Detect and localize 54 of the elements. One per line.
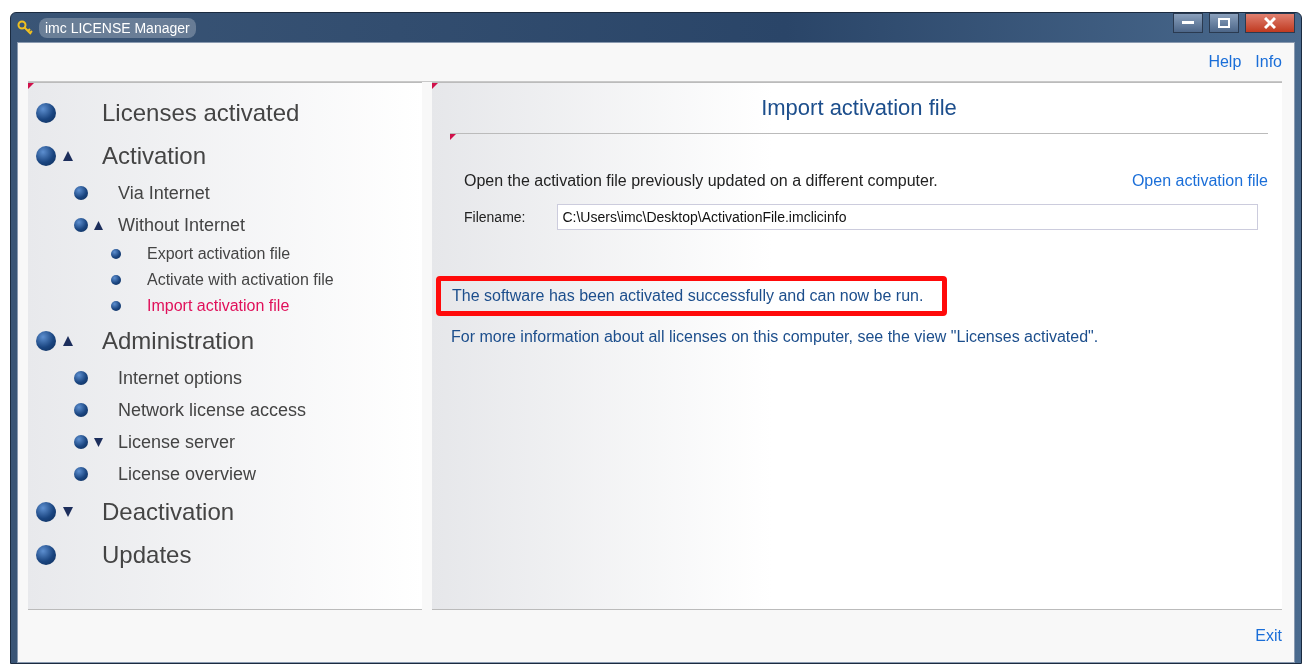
- filename-field[interactable]: C:\Users\imc\Desktop\ActivationFile.imclicinfo: [557, 204, 1258, 230]
- close-button[interactable]: [1245, 12, 1295, 33]
- nav-item[interactable]: Administration: [102, 326, 255, 355]
- header-link[interactable]: Info: [1255, 53, 1282, 71]
- nav-item[interactable]: Network license access: [118, 399, 307, 421]
- bullet-icon: [74, 435, 88, 449]
- maximize-icon: [1218, 17, 1230, 28]
- caret-down-icon[interactable]: [63, 506, 73, 517]
- corner-mark: [450, 134, 456, 140]
- nav-item[interactable]: Deactivation: [102, 497, 235, 526]
- description-text: Open the activation file previously updated on a different computer.: [464, 172, 938, 190]
- highlighted-message: The software has been activated successfully and can now be run.: [436, 276, 948, 316]
- bullet-icon: [74, 186, 88, 200]
- caret-up-icon[interactable]: [63, 335, 73, 346]
- nav-item[interactable]: Import activation file: [147, 297, 290, 315]
- corner-mark: [28, 83, 34, 89]
- nav-item[interactable]: License overview: [118, 463, 257, 485]
- key-icon: [17, 19, 33, 36]
- minimize-button[interactable]: [1173, 12, 1203, 33]
- bullet-icon: [36, 145, 56, 166]
- nav-item[interactable]: License server: [118, 431, 236, 453]
- minimize-icon: [1182, 20, 1194, 25]
- bullet-icon: [111, 249, 121, 259]
- caret-up-icon[interactable]: [93, 220, 103, 230]
- open-file-link[interactable]: Open activation file: [1131, 172, 1268, 190]
- bullet-icon: [111, 301, 121, 311]
- nav-item[interactable]: Activation: [102, 141, 207, 170]
- bullet-icon: [74, 467, 88, 481]
- bullet-icon: [36, 544, 56, 565]
- nav-item[interactable]: Internet options: [118, 367, 243, 389]
- nav-item[interactable]: Activate with activation file: [147, 271, 334, 289]
- field-label: Filename:: [464, 209, 526, 225]
- nav-item[interactable]: Export activation file: [147, 245, 291, 263]
- bullet-icon: [111, 275, 121, 285]
- caret-down-icon[interactable]: [93, 437, 103, 447]
- bullet-icon: [74, 371, 88, 385]
- bullet-icon: [74, 218, 88, 232]
- exit-link[interactable]: Exit: [1255, 627, 1282, 645]
- caret-up-icon[interactable]: [63, 150, 73, 161]
- panel-title: Import activation file: [761, 95, 957, 121]
- header-link[interactable]: Help: [1208, 53, 1242, 71]
- window-title: imc LICENSE Manager: [39, 17, 196, 38]
- bullet-icon: [74, 403, 88, 417]
- close-icon: [1264, 16, 1276, 29]
- nav-item[interactable]: Via Internet: [118, 182, 210, 204]
- nav-item[interactable]: Updates: [102, 540, 192, 569]
- bullet-icon: [36, 102, 56, 123]
- nav-item[interactable]: Licenses activated: [102, 98, 300, 127]
- corner-mark: [432, 83, 438, 89]
- info-message: For more information about all licenses on this computer, see the view "Licenses activated".: [450, 328, 1099, 346]
- maximize-button[interactable]: [1209, 12, 1239, 33]
- bullet-icon: [36, 501, 56, 522]
- bullet-icon: [36, 330, 56, 351]
- nav-item[interactable]: Without Internet: [118, 214, 246, 236]
